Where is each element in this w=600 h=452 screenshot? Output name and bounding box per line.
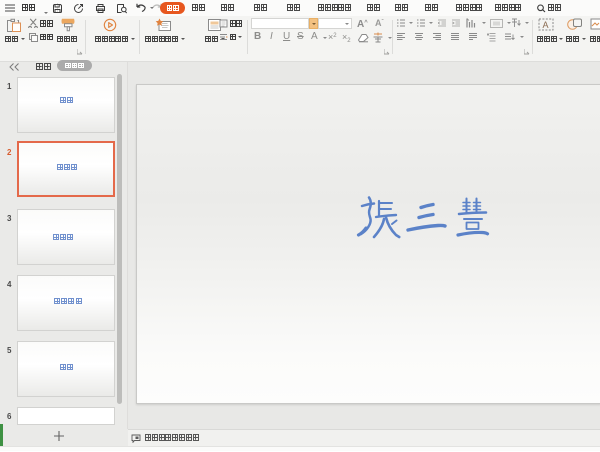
svg-text:A: A: [543, 20, 549, 30]
